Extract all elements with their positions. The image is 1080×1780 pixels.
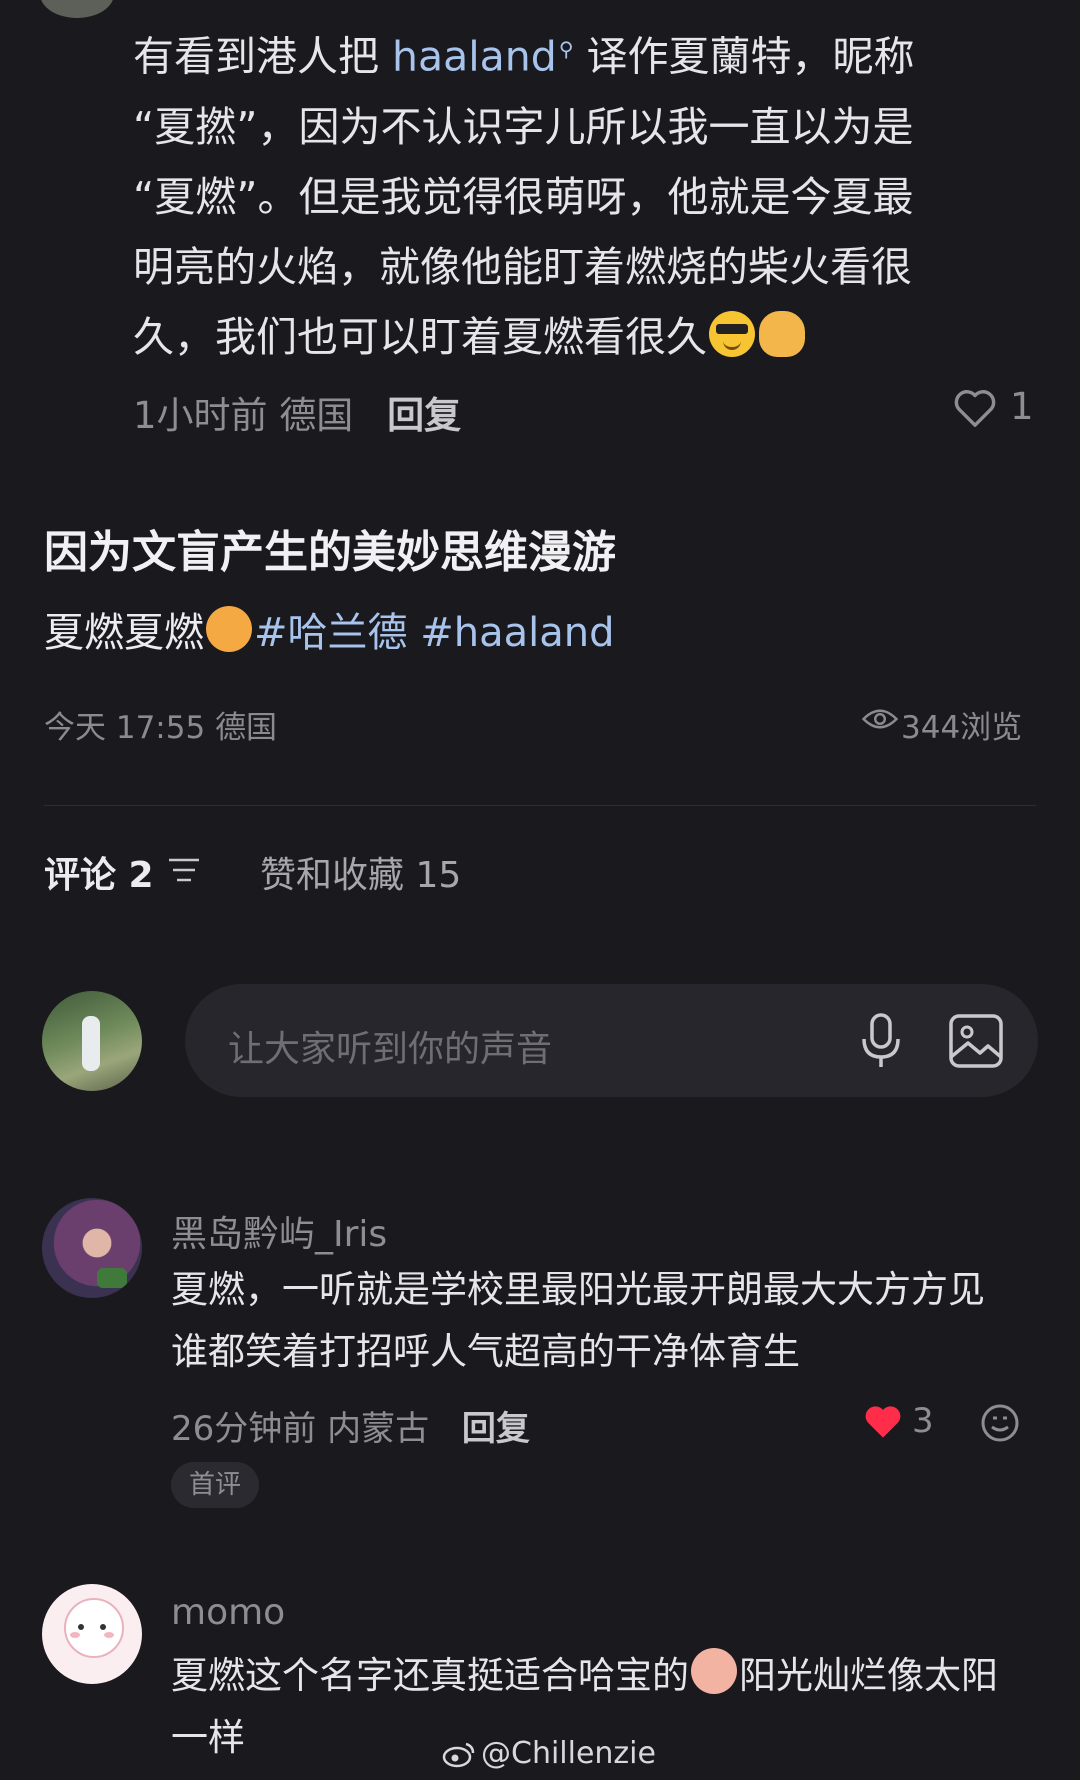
- top-comment-line-1: 有看到港人把 haaland ⚲ 译作夏蘭特，昵称: [133, 32, 915, 81]
- image-icon[interactable]: [948, 1013, 1004, 1073]
- top-comment-line-3: “夏燃”。但是我觉得很萌呀，他就是今夏最: [133, 172, 914, 221]
- weibo-icon: [442, 1740, 476, 1772]
- filter-icon[interactable]: [167, 856, 201, 888]
- emoji-icon[interactable]: [980, 1403, 1020, 1447]
- comment-time: 26分钟前: [171, 1409, 317, 1449]
- raised-hands-emoji-icon: [759, 310, 805, 357]
- post-timestamp: 今天 17:55: [44, 710, 206, 746]
- post-meta: 今天 17:55 德国: [44, 702, 277, 747]
- peach-emoji-icon: [691, 1648, 737, 1694]
- tab-likes-favorites[interactable]: 赞和收藏 15: [260, 846, 461, 898]
- comment-reply-button[interactable]: 回复: [462, 1409, 530, 1449]
- post-title: 因为文盲产生的美妙思维漫游: [44, 527, 616, 578]
- tag-link[interactable]: #haaland: [420, 610, 614, 656]
- top-comment-location: 德国: [279, 394, 354, 437]
- comment-like-count: 3: [912, 1401, 934, 1441]
- top-comment-avatar[interactable]: [40, 0, 114, 18]
- top-comment-line-4: 明亮的火焰，就像他能盯着燃烧的柴火看很: [133, 242, 912, 291]
- eye-icon: [861, 706, 899, 736]
- view-count: 344浏览: [901, 710, 1023, 746]
- top-comment-reply-button[interactable]: 回复: [387, 394, 461, 437]
- comment-avatar[interactable]: [42, 1584, 142, 1684]
- first-comment-badge: 首评: [171, 1462, 259, 1508]
- comment-location: 内蒙古: [327, 1409, 430, 1449]
- comment-username[interactable]: 黑岛黔屿_Iris: [171, 1205, 387, 1257]
- microphone-icon[interactable]: [859, 1013, 903, 1073]
- top-comment-text: 有看到港人把 haaland ⚲ 译作夏蘭特，昵称 “夏撚”，因为不认识字儿所以我…: [133, 14, 1033, 372]
- comment-input-placeholder: 让大家听到你的声音: [228, 1029, 553, 1070]
- tag-link[interactable]: #哈兰德: [254, 610, 408, 656]
- cat-emoji-icon: [206, 606, 252, 652]
- watermark: @Chillenzie: [481, 1736, 656, 1771]
- post-body: 夏燃夏燃 #哈兰德 #haaland: [44, 600, 615, 658]
- top-comment-line-2: “夏撚”，因为不认识字儿所以我一直以为是: [133, 102, 914, 151]
- top-comment-time: 1小时前: [133, 394, 268, 437]
- haaland-link[interactable]: haaland: [392, 33, 557, 81]
- comment-text: 夏燃，一听就是学校里最阳光最开朗最大大方方见 谁都笑着打招呼人气超高的干净体育生: [171, 1268, 985, 1373]
- comment-avatar[interactable]: [42, 1198, 142, 1298]
- divider: [44, 805, 1036, 806]
- top-comment-meta: 1小时前 德国 回复: [133, 385, 461, 439]
- top-comment-like-count: 1: [1010, 385, 1034, 428]
- comment-username[interactable]: momo: [171, 1592, 285, 1633]
- my-avatar[interactable]: [42, 991, 142, 1091]
- sunglasses-emoji-icon: [709, 310, 755, 357]
- heart-outline-icon: [954, 390, 996, 427]
- comment-like-button[interactable]: [863, 1402, 903, 1444]
- heart-filled-icon: [865, 1406, 901, 1438]
- top-comment-like-button[interactable]: [952, 387, 998, 433]
- comment-meta: 26分钟前 内蒙古 回复: [171, 1401, 530, 1450]
- top-comment-line-5: 久，我们也可以盯着夏燃看很久: [133, 302, 1033, 372]
- tab-comments[interactable]: 评论 2: [44, 846, 154, 898]
- post-location: 德国: [215, 710, 278, 746]
- search-icon[interactable]: ⚲: [559, 37, 574, 61]
